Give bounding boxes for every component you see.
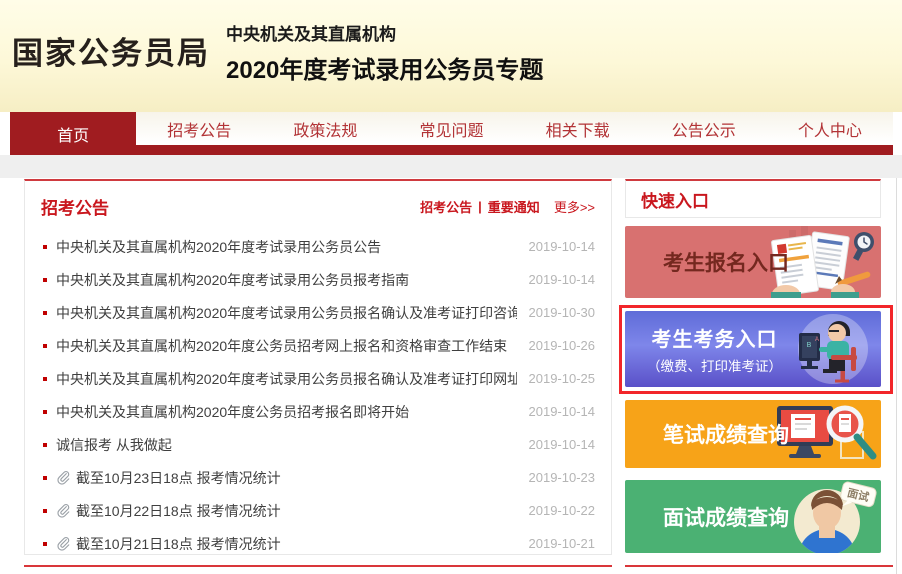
next-section-border-left: [24, 565, 612, 567]
interview-score-query-button[interactable]: 面试成绩查询 面试: [625, 480, 881, 553]
quick-entry-panel: 快速入口 考生报名入口: [625, 179, 881, 574]
exam-affairs-sublabel: （缴费、打印准考证）: [647, 355, 782, 375]
announcement-date: 2019-10-14: [529, 437, 596, 452]
nav-tab-label: 公告公示: [672, 117, 736, 141]
announcement-link[interactable]: 诚信报考 从我做起: [56, 435, 517, 455]
announcement-item: 中央机关及其直属机构2020年度考试录用公务员报名确认及准考证打印咨询电话 20…: [41, 296, 595, 329]
announcement-date: 2019-10-14: [529, 239, 596, 254]
nav-tab-home[interactable]: 首页: [10, 112, 136, 155]
filter-important-link[interactable]: 重要通知: [488, 197, 540, 216]
header-titles: 中央机关及其直属机构 2020年度考试录用公务员专题: [226, 20, 543, 85]
nav-tabs: 首页 招考公告 政策法规 常见问题 相关下载 公告公示 个人中心: [10, 112, 893, 155]
registration-entry-button[interactable]: 考生报名入口: [625, 226, 881, 298]
announcement-date: 2019-10-26: [529, 338, 596, 353]
exam-affairs-label: 考生考务入口: [647, 323, 782, 352]
site-logo: 国家公务员局: [12, 28, 210, 73]
announcement-link[interactable]: 截至10月23日18点 报考情况统计: [76, 468, 517, 488]
nav-tab-public-notices[interactable]: 公告公示: [641, 112, 767, 145]
nav-divider-band: [0, 155, 902, 178]
interview-score-label: 面试成绩查询: [663, 502, 789, 532]
announcement-date: 2019-10-22: [529, 503, 596, 518]
bullet-dot: [43, 443, 47, 447]
announcement-date: 2019-10-30: [529, 305, 596, 320]
bullet-dot: [43, 278, 47, 282]
nav-tab-announcements[interactable]: 招考公告: [136, 112, 262, 145]
bullet-dot: [43, 245, 47, 249]
next-section-border-right: [625, 565, 893, 567]
page: 国家公务员局 中央机关及其直属机构 2020年度考试录用公务员专题 首页 招考公…: [0, 0, 902, 574]
registration-entry-label: 考生报名入口: [663, 247, 789, 277]
bullet-dot: [43, 509, 47, 513]
announcement-item: 截至10月23日18点 报考情况统计 2019-10-23: [41, 461, 595, 494]
quick-entry-title: 快速入口: [641, 187, 709, 212]
announcement-date: 2019-10-14: [529, 404, 596, 419]
announcement-item: 截至10月22日18点 报考情况统计 2019-10-22: [41, 494, 595, 527]
paperclip-icon: [56, 537, 70, 551]
paperclip-icon: [56, 471, 70, 485]
exam-affairs-entry-button[interactable]: 考生考务入口 （缴费、打印准考证） B A: [625, 311, 881, 387]
main-nav: 首页 招考公告 政策法规 常见问题 相关下载 公告公示 个人中心: [10, 112, 893, 155]
announcement-item: 中央机关及其直属机构2020年度考试录用公务员公告 2019-10-14: [41, 230, 595, 263]
announcements-list: 中央机关及其直属机构2020年度考试录用公务员公告 2019-10-14 中央机…: [25, 226, 611, 560]
paperclip-icon: [56, 504, 70, 518]
announcement-link[interactable]: 中央机关及其直属机构2020年度考试录用公务员报名确认及准考证打印网址: [56, 369, 517, 389]
more-link[interactable]: 更多>>: [554, 197, 595, 216]
header-subtitle: 中央机关及其直属机构: [226, 20, 543, 45]
nav-tab-label: 常见问题: [419, 117, 483, 141]
announcements-panel: 招考公告 招考公告 | 重要通知 更多>> 中央机关及其直属机构2020年度考试…: [24, 179, 612, 555]
announcement-item: 中央机关及其直属机构2020年度公务员招考网上报名和资格审查工作结束 2019-…: [41, 329, 595, 362]
written-score-label: 笔试成绩查询: [663, 419, 789, 449]
nav-tab-label: 首页: [57, 122, 89, 146]
announcement-date: 2019-10-25: [529, 371, 596, 386]
bullet-dot: [43, 410, 47, 414]
site-header: 国家公务员局 中央机关及其直属机构 2020年度考试录用公务员专题: [0, 0, 902, 112]
announcement-link[interactable]: 截至10月22日18点 报考情况统计: [76, 501, 517, 521]
announcement-item: 中央机关及其直属机构2020年度考试录用公务员报名确认及准考证打印网址 2019…: [41, 362, 595, 395]
announcement-link[interactable]: 中央机关及其直属机构2020年度公务员招考网上报名和资格审查工作结束: [56, 336, 517, 356]
nav-tab-personal-center[interactable]: 个人中心: [767, 112, 893, 145]
bullet-dot: [43, 476, 47, 480]
bullet-dot: [43, 377, 47, 381]
exam-affairs-labels: 考生考务入口 （缴费、打印准考证）: [647, 323, 782, 375]
nav-tab-downloads[interactable]: 相关下载: [515, 112, 641, 145]
bullet-dot: [43, 344, 47, 348]
nav-tab-label: 个人中心: [798, 117, 862, 141]
person-at-computer-icon: B A: [777, 311, 881, 387]
announcement-item: 截至10月21日18点 报考情况统计 2019-10-21: [41, 527, 595, 560]
announcement-date: 2019-10-14: [529, 272, 596, 287]
svg-text:A: A: [815, 337, 819, 343]
announcement-link[interactable]: 中央机关及其直属机构2020年度考试录用公务员报考指南: [56, 270, 517, 290]
bullet-dot: [43, 311, 47, 315]
page-title: 2020年度考试录用公务员专题: [226, 50, 543, 85]
container-right-edge: [896, 178, 897, 574]
announcement-date: 2019-10-23: [529, 470, 596, 485]
filter-announcements-link[interactable]: 招考公告: [420, 197, 472, 216]
filter-separator: |: [478, 199, 482, 214]
announcement-link[interactable]: 截至10月21日18点 报考情况统计: [76, 534, 517, 554]
nav-tab-policies[interactable]: 政策法规: [262, 112, 388, 145]
written-score-query-button[interactable]: 笔试成绩查询: [625, 400, 881, 468]
nav-tab-label: 招考公告: [167, 117, 231, 141]
nav-tab-label: 相关下载: [546, 117, 610, 141]
announcement-item: 中央机关及其直属机构2020年度考试录用公务员报考指南 2019-10-14: [41, 263, 595, 296]
announcement-link[interactable]: 中央机关及其直属机构2020年度考试录用公务员报名确认及准考证打印咨询电话: [56, 303, 517, 323]
announcement-link[interactable]: 中央机关及其直属机构2020年度公务员招考报名即将开始: [56, 402, 517, 422]
announcements-header: 招考公告 招考公告 | 重要通知 更多>>: [25, 181, 611, 226]
svg-text:B: B: [807, 342, 812, 349]
announcement-item: 中央机关及其直属机构2020年度公务员招考报名即将开始 2019-10-14: [41, 395, 595, 428]
announcement-date: 2019-10-21: [529, 536, 596, 551]
announcements-filters: 招考公告 | 重要通知 更多>>: [420, 197, 595, 216]
announcement-item: 诚信报考 从我做起 2019-10-14: [41, 428, 595, 461]
announcements-title: 招考公告: [41, 194, 109, 219]
bullet-dot: [43, 542, 47, 546]
nav-tab-faq[interactable]: 常见问题: [388, 112, 514, 145]
announcement-link[interactable]: 中央机关及其直属机构2020年度考试录用公务员公告: [56, 237, 517, 257]
nav-tab-label: 政策法规: [293, 117, 357, 141]
interviewee-bubble-icon: 面试: [777, 480, 881, 553]
quick-entry-header: 快速入口: [625, 179, 881, 218]
